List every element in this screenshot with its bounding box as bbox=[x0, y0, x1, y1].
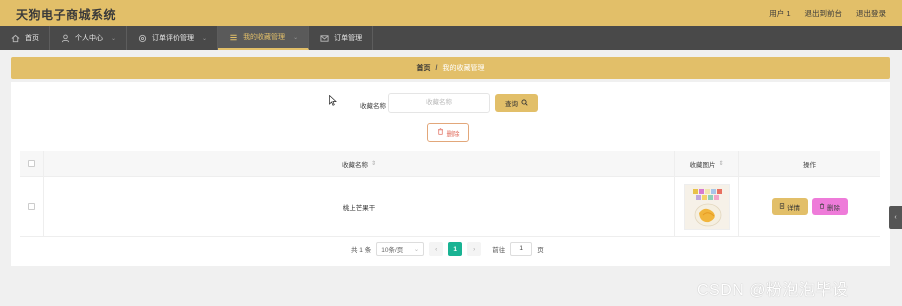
batch-delete-button[interactable]: 删除 bbox=[427, 123, 469, 142]
column-header-actions: 操作 bbox=[803, 161, 816, 169]
header-links: 用户 1 退出到前台 退出登录 bbox=[769, 8, 886, 19]
page-number[interactable]: 1 bbox=[448, 242, 463, 256]
goto-label: 前往 bbox=[492, 247, 506, 254]
breadcrumb: 首页 / 我的收藏管理 bbox=[11, 57, 890, 79]
column-header-image[interactable]: 收藏图片 ⇕ bbox=[675, 151, 739, 176]
cell-name: 桃上芒果干 bbox=[44, 177, 675, 236]
mail-icon bbox=[319, 33, 329, 43]
chevron-down-icon: ⌄ bbox=[413, 246, 420, 253]
chevron-down-icon: ⌄ bbox=[202, 35, 208, 42]
goto-page-input[interactable]: 1 bbox=[510, 242, 533, 256]
nav-item-label: 个人中心 bbox=[75, 35, 103, 42]
search-label: 收藏名称 bbox=[360, 103, 386, 110]
column-header-name[interactable]: 收藏名称 ⇕ bbox=[44, 151, 675, 176]
page-size-select[interactable]: 10条/页 ⌄ bbox=[376, 242, 425, 256]
pagination: 共 1 条 10条/页 ⌄ ‹ 1 › 前往 1 页 bbox=[351, 242, 544, 256]
nav-item-order-review[interactable]: 订单评价管理 ⌄ bbox=[127, 26, 219, 50]
table-header: 收藏名称 ⇕ 收藏图片 ⇕ 操作 bbox=[20, 151, 880, 177]
product-thumbnail bbox=[683, 183, 730, 230]
search-input[interactable]: 收藏名称 bbox=[388, 93, 490, 113]
main-nav: 首页 个人中心 ⌄ 订单评价管理 ⌄ 我的收藏管理 ⌄ 订单管理 bbox=[0, 26, 902, 50]
home-icon bbox=[10, 33, 20, 43]
batch-delete-label: 删除 bbox=[446, 130, 460, 138]
breadcrumb-home[interactable]: 首页 bbox=[417, 63, 431, 73]
breadcrumb-current: 我的收藏管理 bbox=[442, 65, 485, 72]
settings-icon bbox=[137, 33, 147, 43]
nav-item-home[interactable]: 首页 bbox=[0, 26, 50, 50]
app-title: 天狗电子商城系统 bbox=[16, 8, 117, 22]
favorites-table: 收藏名称 ⇕ 收藏图片 ⇕ 操作 桃上芒果干 详情 删除 bbox=[20, 151, 880, 237]
row-delete-button[interactable]: 删除 bbox=[811, 198, 848, 215]
nav-item-favorites[interactable]: 我的收藏管理 ⌄ bbox=[218, 26, 310, 50]
app-header: 天狗电子商城系统 用户 1 退出到前台 退出登录 bbox=[0, 0, 902, 26]
watermark: CSDN @粉泡泡毕设 bbox=[697, 282, 849, 299]
chevron-down-icon: ⌄ bbox=[293, 34, 299, 41]
breadcrumb-separator: / bbox=[435, 64, 438, 72]
chevron-down-icon: ⌄ bbox=[111, 35, 117, 42]
mouse-cursor-icon bbox=[329, 94, 337, 108]
page-suffix: 页 bbox=[537, 247, 544, 254]
nav-item-orders[interactable]: 订单管理 bbox=[309, 26, 374, 50]
total-count: 共 1 条 bbox=[351, 247, 372, 254]
user-icon bbox=[60, 33, 70, 43]
nav-item-label: 订单评价管理 bbox=[152, 35, 195, 42]
sort-icon[interactable]: ⇕ bbox=[371, 160, 376, 167]
sort-icon[interactable]: ⇕ bbox=[718, 160, 723, 167]
trash-icon bbox=[819, 202, 825, 211]
back-to-frontend-link[interactable]: 退出到前台 bbox=[805, 8, 843, 19]
trash-icon bbox=[437, 128, 444, 137]
query-button-label: 查询 bbox=[505, 101, 518, 108]
next-page-button[interactable]: › bbox=[467, 242, 482, 256]
detail-button[interactable]: 详情 bbox=[771, 198, 808, 215]
current-user-link[interactable]: 用户 1 bbox=[769, 8, 790, 19]
chevron-left-icon: ‹ bbox=[435, 245, 438, 253]
document-icon bbox=[779, 202, 785, 211]
nav-item-label: 订单管理 bbox=[334, 35, 363, 42]
nav-item-label: 我的收藏管理 bbox=[243, 34, 286, 41]
prev-page-button[interactable]: ‹ bbox=[429, 242, 444, 256]
row-checkbox[interactable] bbox=[28, 203, 35, 210]
content-card: 收藏名称 收藏名称 查询 删除 收藏名称 ⇕ 收藏图片 ⇕ 操作 桃上芒果干 详… bbox=[11, 82, 890, 266]
table-row: 桃上芒果干 详情 删除 bbox=[20, 177, 880, 237]
list-icon bbox=[228, 32, 238, 42]
nav-item-personal-center[interactable]: 个人中心 ⌄ bbox=[50, 26, 128, 50]
chevron-right-icon: › bbox=[473, 245, 476, 253]
query-button[interactable]: 查询 bbox=[495, 94, 538, 112]
nav-item-label: 首页 bbox=[25, 35, 39, 42]
select-all-checkbox[interactable] bbox=[28, 160, 35, 167]
logout-link[interactable]: 退出登录 bbox=[856, 8, 886, 19]
search-icon bbox=[521, 98, 528, 108]
chevron-left-icon: ‹ bbox=[894, 214, 897, 221]
sidebar-toggle-button[interactable]: ‹ bbox=[889, 206, 902, 229]
